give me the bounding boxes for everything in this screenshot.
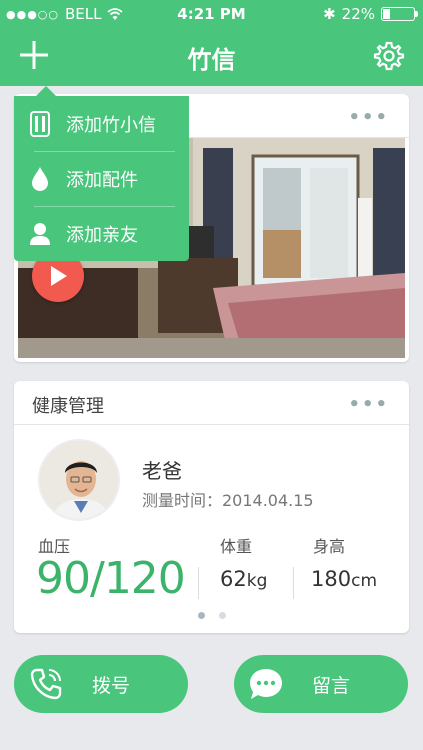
blood-pressure-value: 90/120 bbox=[36, 553, 186, 604]
health-card-header: 健康管理 ••• bbox=[14, 381, 409, 425]
height-value: 180cm bbox=[311, 567, 377, 591]
device-icon bbox=[30, 110, 50, 137]
gear-icon[interactable] bbox=[373, 40, 405, 72]
person-icon bbox=[30, 222, 50, 245]
weight-unit: kg bbox=[246, 571, 268, 591]
play-icon bbox=[51, 266, 67, 286]
phone-icon bbox=[30, 668, 62, 700]
bluetooth-icon: ✱ bbox=[323, 5, 336, 23]
dial-label: 拨号 bbox=[92, 674, 131, 697]
add-menu: 添加竹小信 添加配件 添加亲友 bbox=[14, 86, 189, 261]
page-dot[interactable] bbox=[218, 612, 226, 619]
measure-time: 测量时间：2014.04.15 bbox=[142, 491, 314, 510]
health-management-card[interactable]: 健康管理 ••• 老爸 测量时间：2014.04.15 血压 90/120 体重… bbox=[14, 381, 409, 633]
menu-item-label: 添加配件 bbox=[66, 169, 138, 191]
page-indicator[interactable] bbox=[14, 612, 409, 619]
more-dots-icon[interactable]: ••• bbox=[348, 394, 389, 415]
height-unit: cm bbox=[351, 571, 378, 591]
weight-value: 62kg bbox=[220, 567, 267, 591]
page-title: 竹信 bbox=[187, 46, 236, 74]
dial-button[interactable]: 拨号 bbox=[14, 655, 188, 713]
avatar[interactable] bbox=[38, 439, 120, 521]
height-label: 身高 bbox=[313, 537, 346, 556]
page-dot[interactable] bbox=[197, 612, 205, 619]
health-card-title: 健康管理 bbox=[32, 396, 104, 417]
battery-percent: 22% bbox=[341, 5, 375, 23]
menu-item-label: 添加竹小信 bbox=[66, 114, 156, 136]
menu-item-add-device[interactable]: 添加竹小信 bbox=[14, 96, 189, 151]
battery-icon bbox=[381, 7, 418, 21]
weight-label: 体重 bbox=[220, 537, 253, 556]
menu-item-label: 添加亲友 bbox=[66, 224, 138, 246]
message-label: 留言 bbox=[312, 674, 351, 697]
menu-item-add-friend[interactable]: 添加亲友 bbox=[14, 206, 189, 261]
status-bar: ●●●○○ BELL 4:21 PM ✱ 22% bbox=[0, 0, 423, 28]
app-header: ●●●○○ BELL 4:21 PM ✱ 22% 竹信 bbox=[0, 0, 423, 86]
person-name: 老爸 bbox=[142, 459, 182, 483]
weight-number: 62 bbox=[220, 567, 247, 591]
drop-icon bbox=[32, 166, 48, 191]
avatar-photo bbox=[40, 441, 118, 519]
message-button[interactable]: 留言 bbox=[234, 655, 408, 713]
status-right: ✱ 22% bbox=[323, 5, 418, 23]
battery-fill bbox=[383, 9, 391, 19]
height-number: 180 bbox=[311, 567, 352, 591]
more-dots-icon[interactable]: ••• bbox=[348, 107, 389, 128]
chat-icon bbox=[250, 669, 282, 699]
metric-divider bbox=[293, 567, 294, 599]
metric-divider bbox=[198, 567, 199, 599]
menu-item-add-accessory[interactable]: 添加配件 bbox=[14, 151, 189, 206]
